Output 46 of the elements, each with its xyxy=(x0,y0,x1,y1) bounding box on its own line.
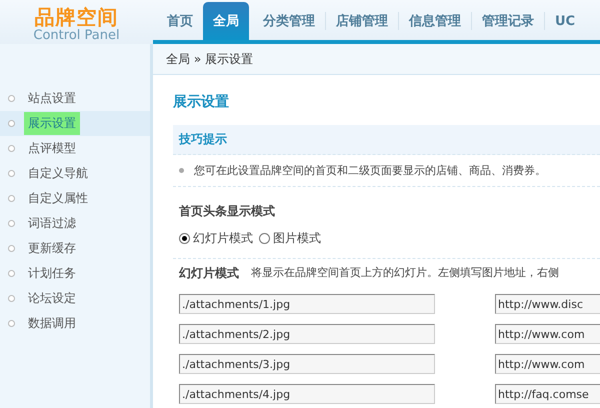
bullet-icon xyxy=(8,195,15,202)
radio-option[interactable]: 幻灯片模式 xyxy=(179,230,253,247)
bullet-icon xyxy=(179,168,184,173)
nav-tab[interactable]: 全局 xyxy=(203,2,249,40)
link-url-field[interactable]: http://www.disc xyxy=(495,294,600,314)
link-url-field[interactable]: http://www.com xyxy=(495,354,600,374)
radio-option[interactable]: 图片模式 xyxy=(259,230,321,247)
sidebar-item[interactable]: 自定义属性 xyxy=(0,186,150,211)
link-url-field[interactable]: http://faq.comse xyxy=(495,384,600,404)
bullet-icon xyxy=(8,95,15,102)
bullet-icon xyxy=(8,320,15,327)
nav-tab[interactable]: 管理记录 xyxy=(472,2,544,40)
image-path-field[interactable]: ./attachments/1.jpg xyxy=(179,294,435,314)
sidebar-item[interactable]: 论坛设定 xyxy=(0,286,150,311)
bullet-icon xyxy=(8,145,15,152)
tip-text: 您可在此设置品牌空间的首页和二级页面要显示的店铺、商品、消费券。 xyxy=(194,163,546,178)
section-label: 幻灯片模式 xyxy=(179,265,239,282)
bullet-icon xyxy=(8,170,15,177)
bullet-icon xyxy=(8,120,15,127)
section-label: 首页头条显示模式 xyxy=(179,203,276,220)
sidebar-item[interactable]: 词语过滤 xyxy=(0,211,150,236)
bullet-icon xyxy=(8,295,15,302)
sidebar-item[interactable]: 点评模型 xyxy=(0,136,150,161)
sidebar-item[interactable]: 计划任务 xyxy=(0,261,150,286)
section-description: 将显示在品牌空间首页上方的幻灯片。左侧填写图片地址，右侧 xyxy=(251,265,559,281)
link-url-field[interactable]: http://www.com xyxy=(495,324,600,344)
nav-tab[interactable]: 分类管理 xyxy=(253,2,325,40)
logo-subtitle: Control Panel xyxy=(33,28,120,44)
image-path-field[interactable]: ./attachments/3.jpg xyxy=(179,354,435,374)
image-path-field[interactable]: ./attachments/2.jpg xyxy=(179,324,435,344)
nav-tab[interactable]: 首页 xyxy=(157,2,203,40)
nav-tab[interactable]: 店铺管理 xyxy=(326,2,398,40)
nav-tab[interactable]: UC xyxy=(545,2,586,40)
sidebar-item[interactable]: 站点设置 xyxy=(0,86,150,111)
nav-tab[interactable]: 信息管理 xyxy=(399,2,471,40)
tips-title: 技巧提示 xyxy=(179,131,227,148)
bullet-icon xyxy=(8,270,15,277)
sidebar-item[interactable]: 更新缓存 xyxy=(0,236,150,261)
breadcrumb: 全局 » 展示设置 xyxy=(166,50,253,68)
bullet-icon xyxy=(8,245,15,252)
bullet-icon xyxy=(8,220,15,227)
image-path-field[interactable]: ./attachments/4.jpg xyxy=(179,384,435,404)
sidebar-item[interactable]: 数据调用 xyxy=(0,311,150,336)
logo-title: 品牌空间 xyxy=(34,6,118,28)
sidebar-item[interactable]: 自定义导航 xyxy=(0,161,150,186)
page-title: 展示设置 xyxy=(173,93,230,111)
